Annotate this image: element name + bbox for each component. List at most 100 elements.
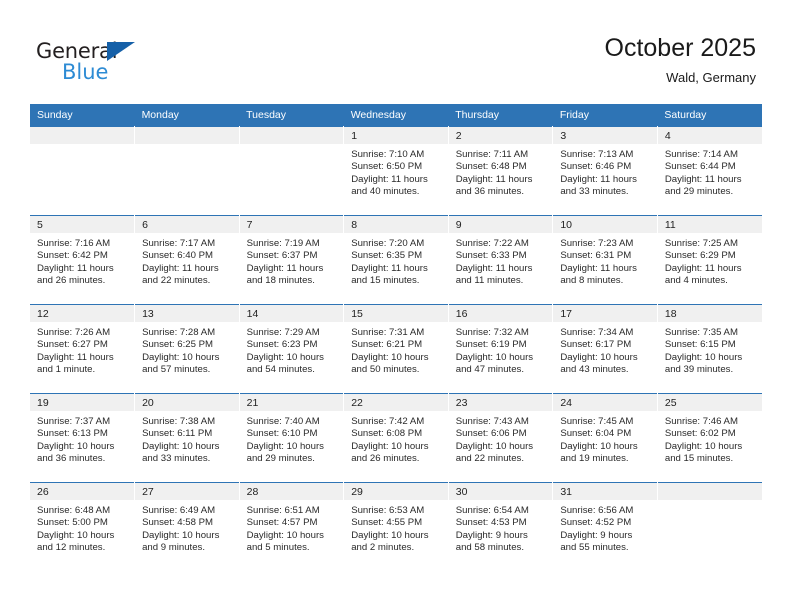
- sunrise-text: Sunrise: 7:45 AM: [560, 416, 634, 427]
- calendar-day-cell[interactable]: 29 Sunrise: 6:53 AM Sunset: 4:55 PM Dayligh…: [343, 482, 449, 571]
- daylight-text: Daylight: 10 hours and 19 minutes.: [560, 440, 638, 465]
- daylight-text: Daylight: 11 hours and 11 minutes.: [455, 262, 533, 287]
- day-number: 30: [448, 483, 553, 500]
- brand-logo: General Blue: [36, 40, 216, 88]
- calendar-day-cell[interactable]: 22 Sunrise: 7:42 AM Sunset: 6:08 PM Dayligh…: [343, 393, 449, 483]
- day-number: [30, 127, 135, 144]
- calendar-day-cell[interactable]: 17 Sunrise: 7:34 AM Sunset: 6:17 PM Dayligh…: [552, 304, 658, 394]
- sunset-text: Sunset: 4:52 PM: [560, 517, 632, 529]
- day-details: Sunrise: 7:14 AM Sunset: 6:44 PM Daylight:…: [658, 144, 762, 199]
- day-number: 20: [135, 394, 239, 411]
- day-cell-inner: 7 Sunrise: 7:19 AM Sunset: 6:37 PM Daylight…: [239, 216, 344, 304]
- daylight-text: Daylight: 11 hours and 26 minutes.: [37, 262, 114, 287]
- calendar-day-cell[interactable]: 4 Sunrise: 7:14 AM Sunset: 6:44 PM Daylight…: [657, 126, 762, 216]
- daylight-text: Daylight: 10 hours and 47 minutes.: [455, 351, 534, 376]
- calendar-day-cell[interactable]: 25 Sunrise: 7:46 AM Sunset: 6:02 PM Dayligh…: [657, 393, 762, 483]
- sunset-text: Sunset: 6:46 PM: [560, 161, 632, 173]
- day-details: Sunrise: 6:56 AM Sunset: 4:52 PM Daylight:…: [553, 500, 657, 555]
- day-cell-inner: 17 Sunrise: 7:34 AM Sunset: 6:17 PM Dayligh…: [553, 305, 657, 393]
- daylight-text: Daylight: 11 hours and 15 minutes.: [351, 262, 428, 287]
- day-details: Sunrise: 7:38 AM Sunset: 6:11 PM Daylight:…: [135, 411, 239, 466]
- sunset-text: Sunset: 6:48 PM: [455, 161, 527, 173]
- weekday-header-wednesday: Wednesday: [343, 104, 449, 127]
- calendar-day-cell[interactable]: 30 Sunrise: 6:54 AM Sunset: 4:53 PM Dayligh…: [448, 482, 554, 571]
- weekday-header-monday: Monday: [134, 104, 240, 127]
- day-details: Sunrise: 7:19 AM Sunset: 6:37 PM Daylight:…: [240, 233, 344, 288]
- day-details: Sunrise: 7:25 AM Sunset: 6:29 PM Daylight:…: [658, 233, 762, 288]
- calendar-day-cell[interactable]: 24 Sunrise: 7:45 AM Sunset: 6:04 PM Dayligh…: [552, 393, 658, 483]
- calendar-day-cell[interactable]: 3 Sunrise: 7:13 AM Sunset: 6:46 PM Daylight…: [552, 126, 658, 216]
- day-number: 29: [344, 483, 448, 500]
- sunset-text: Sunset: 6:02 PM: [664, 428, 736, 440]
- day-details: Sunrise: 7:22 AM Sunset: 6:33 PM Daylight:…: [449, 233, 553, 288]
- calendar-day-cell[interactable]: 14 Sunrise: 7:29 AM Sunset: 6:23 PM Dayligh…: [239, 304, 345, 394]
- day-cell-inner: 25 Sunrise: 7:46 AM Sunset: 6:02 PM Dayligh…: [657, 394, 762, 482]
- day-number: 21: [239, 394, 344, 411]
- sunrise-text: Sunrise: 7:46 AM: [664, 416, 738, 427]
- day-cell-inner: 11 Sunrise: 7:25 AM Sunset: 6:29 PM Dayligh…: [657, 216, 762, 304]
- calendar-week-row: 5 Sunrise: 7:16 AM Sunset: 6:42 PM Daylight…: [30, 215, 762, 305]
- daylight-text: Daylight: 10 hours and 15 minutes.: [664, 440, 743, 465]
- daylight-text: Daylight: 10 hours and 50 minutes.: [351, 351, 429, 376]
- calendar-day-cell[interactable]: 11 Sunrise: 7:25 AM Sunset: 6:29 PM Dayligh…: [657, 215, 762, 305]
- calendar-day-cell[interactable]: 18 Sunrise: 7:35 AM Sunset: 6:15 PM Dayligh…: [657, 304, 762, 394]
- title-block: October 2025 Wald, Germany: [605, 33, 757, 87]
- sunrise-text: Sunrise: 7:11 AM: [455, 149, 529, 160]
- calendar-day-cell[interactable]: 2 Sunrise: 7:11 AM Sunset: 6:48 PM Daylight…: [448, 126, 554, 216]
- sunrise-text: Sunrise: 7:22 AM: [455, 238, 529, 249]
- sunset-text: Sunset: 6:19 PM: [455, 339, 527, 351]
- calendar-day-cell[interactable]: 23 Sunrise: 7:43 AM Sunset: 6:06 PM Dayligh…: [448, 393, 554, 483]
- day-cell-inner: 10 Sunrise: 7:23 AM Sunset: 6:31 PM Dayligh…: [553, 216, 657, 304]
- calendar-day-cell[interactable]: 9 Sunrise: 7:22 AM Sunset: 6:33 PM Daylight…: [448, 215, 554, 305]
- day-cell-inner: 14 Sunrise: 7:29 AM Sunset: 6:23 PM Dayligh…: [239, 305, 344, 393]
- day-details: Sunrise: 7:28 AM Sunset: 6:25 PM Daylight:…: [135, 322, 239, 377]
- day-cell-inner: 19 Sunrise: 7:37 AM Sunset: 6:13 PM Dayligh…: [30, 394, 135, 482]
- calendar-day-cell[interactable]: 7 Sunrise: 7:19 AM Sunset: 6:37 PM Daylight…: [239, 215, 345, 305]
- calendar-day-cell[interactable]: 27 Sunrise: 6:49 AM Sunset: 4:58 PM Dayligh…: [134, 482, 240, 571]
- calendar-day-cell[interactable]: 19 Sunrise: 7:37 AM Sunset: 6:13 PM Dayligh…: [30, 393, 136, 483]
- sunrise-text: Sunrise: 7:35 AM: [664, 327, 738, 338]
- day-number: 6: [135, 216, 239, 233]
- day-cell-inner: [135, 127, 239, 215]
- calendar-day-cell[interactable]: 5 Sunrise: 7:16 AM Sunset: 6:42 PM Daylight…: [30, 215, 136, 305]
- day-cell-inner: 15 Sunrise: 7:31 AM Sunset: 6:21 PM Dayligh…: [344, 305, 448, 393]
- day-cell-inner: 30 Sunrise: 6:54 AM Sunset: 4:53 PM Dayligh…: [448, 483, 553, 571]
- weekday-header-thursday: Thursday: [448, 104, 553, 127]
- calendar-day-cell[interactable]: 8 Sunrise: 7:20 AM Sunset: 6:35 PM Daylight…: [343, 215, 449, 305]
- sunrise-text: Sunrise: 7:42 AM: [351, 416, 425, 427]
- day-details: Sunrise: 7:35 AM Sunset: 6:15 PM Daylight:…: [658, 322, 762, 377]
- calendar-day-cell[interactable]: 10 Sunrise: 7:23 AM Sunset: 6:31 PM Dayligh…: [552, 215, 658, 305]
- sunrise-text: Sunrise: 6:54 AM: [455, 505, 529, 516]
- day-details: Sunrise: 7:43 AM Sunset: 6:06 PM Daylight:…: [449, 411, 553, 466]
- calendar-day-cell[interactable]: 16 Sunrise: 7:32 AM Sunset: 6:19 PM Dayligh…: [448, 304, 554, 394]
- calendar-day-cell[interactable]: 6 Sunrise: 7:17 AM Sunset: 6:40 PM Daylight…: [134, 215, 240, 305]
- day-number: 11: [657, 216, 762, 233]
- day-number: 12: [30, 305, 135, 322]
- calendar-day-cell[interactable]: 1 Sunrise: 7:10 AM Sunset: 6:50 PM Daylight…: [343, 126, 449, 216]
- calendar-day-cell[interactable]: 26 Sunrise: 6:48 AM Sunset: 5:00 PM Dayligh…: [30, 482, 136, 571]
- calendar-day-cell[interactable]: 20 Sunrise: 7:38 AM Sunset: 6:11 PM Dayligh…: [134, 393, 240, 483]
- calendar-day-cell[interactable]: 21 Sunrise: 7:40 AM Sunset: 6:10 PM Dayligh…: [239, 393, 345, 483]
- daylight-text: Daylight: 10 hours and 2 minutes.: [351, 529, 429, 554]
- sunset-text: Sunset: 6:50 PM: [351, 161, 423, 173]
- day-details: Sunrise: 7:31 AM Sunset: 6:21 PM Daylight:…: [344, 322, 448, 377]
- sunset-text: Sunset: 4:53 PM: [455, 517, 527, 529]
- calendar-day-cell[interactable]: 28 Sunrise: 6:51 AM Sunset: 4:57 PM Dayligh…: [239, 482, 345, 571]
- day-number: [239, 127, 344, 144]
- day-details: Sunrise: 7:11 AM Sunset: 6:48 PM Daylight:…: [449, 144, 553, 199]
- calendar-day-cell[interactable]: 15 Sunrise: 7:31 AM Sunset: 6:21 PM Dayligh…: [343, 304, 449, 394]
- sunset-text: Sunset: 6:44 PM: [664, 161, 736, 173]
- day-number: 5: [30, 216, 135, 233]
- daylight-text: Daylight: 10 hours and 57 minutes.: [142, 351, 220, 376]
- day-details: Sunrise: 7:13 AM Sunset: 6:46 PM Daylight:…: [553, 144, 657, 199]
- day-number: 28: [239, 483, 344, 500]
- calendar-day-cell[interactable]: 12 Sunrise: 7:26 AM Sunset: 6:27 PM Dayligh…: [30, 304, 136, 394]
- calendar-day-cell[interactable]: 31 Sunrise: 6:56 AM Sunset: 4:52 PM Dayligh…: [552, 482, 658, 571]
- sunrise-text: Sunrise: 7:26 AM: [37, 327, 111, 338]
- day-number: 10: [553, 216, 657, 233]
- daylight-text: Daylight: 11 hours and 1 minute.: [37, 351, 114, 376]
- day-number: 16: [448, 305, 553, 322]
- calendar-day-cell[interactable]: 13 Sunrise: 7:28 AM Sunset: 6:25 PM Dayligh…: [134, 304, 240, 394]
- daylight-text: Daylight: 10 hours and 54 minutes.: [246, 351, 324, 376]
- daylight-text: Daylight: 10 hours and 33 minutes.: [142, 440, 220, 465]
